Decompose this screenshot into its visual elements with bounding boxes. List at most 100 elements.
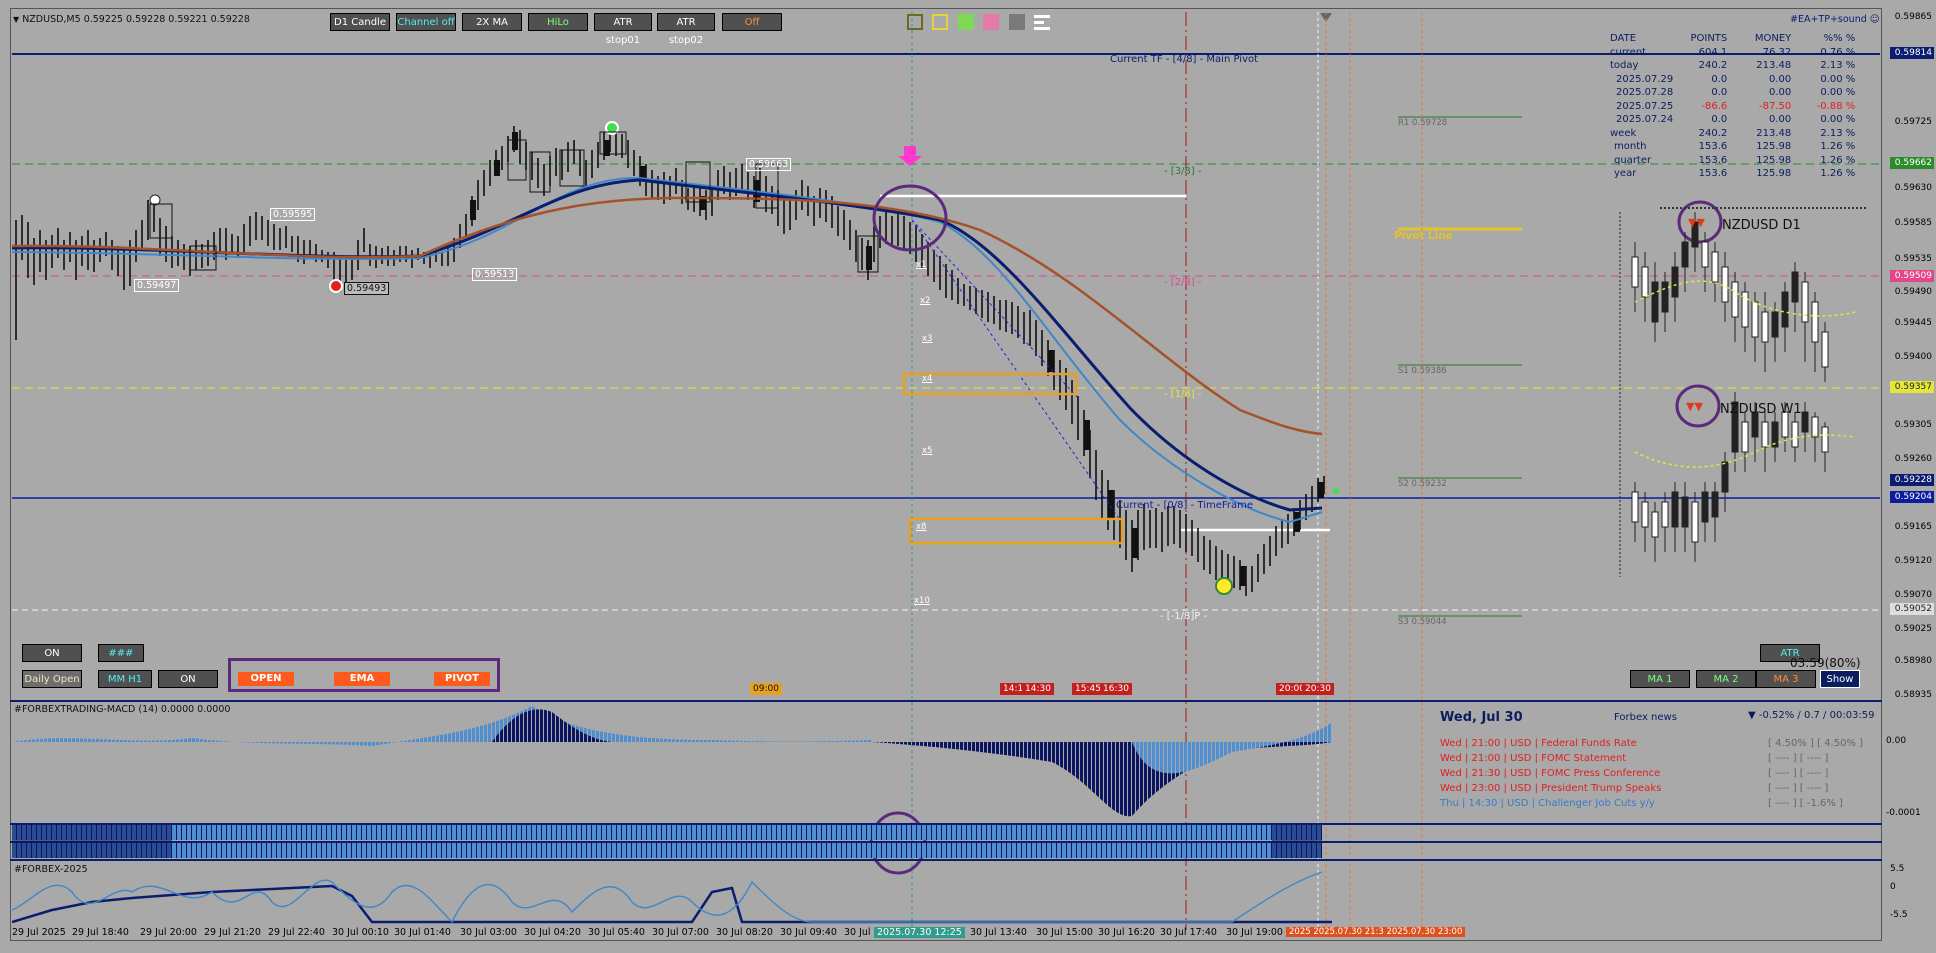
news-values: [ ---- ] [ -1.6% ]: [1768, 798, 1843, 809]
ema-brown: [11, 196, 1323, 436]
time-tag-teal: 2025.07.30 12:25: [874, 927, 965, 938]
time-label: 30 Jul 17:40: [1160, 927, 1217, 938]
s3-label: S3 0.59044: [1398, 617, 1447, 627]
forbex-axis-top: 5.5: [1890, 864, 1905, 874]
price-box-green: 0.59662: [1890, 157, 1934, 169]
fib-x5-label: x5: [922, 446, 933, 456]
price-box-pink: 0.59509: [1890, 270, 1934, 282]
stats-divider: [1660, 207, 1866, 209]
news-values: [ ---- ] [ ---- ]: [1768, 768, 1829, 779]
stats-row: year 153.6 125.98 1.26 %: [1614, 168, 1856, 179]
stats-row: current 604.1 76.32 0.76 %: [1610, 46, 1856, 58]
time-label: 30 Jul 09:40: [780, 927, 837, 938]
time-label: 30 Jul 19:00: [1226, 927, 1283, 938]
mm-h1-button[interactable]: MM H1: [98, 670, 152, 688]
orange-box-2: [908, 517, 1124, 545]
d1-triangle-icon: ▼▼: [1688, 216, 1705, 229]
time-label: 30 Jul 16:20: [1098, 927, 1155, 938]
mid-price-label: 0.59513: [472, 268, 518, 281]
fib-line-2: [911, 219, 1121, 521]
d1-candles: [1631, 212, 1829, 382]
time-label: 30 Jul 07:00: [652, 927, 709, 938]
r1-label: R1 0.59728: [1398, 118, 1448, 128]
ma2-button[interactable]: MA 2: [1696, 670, 1756, 688]
marker-red-1: [329, 279, 343, 293]
news-item[interactable]: Wed | 23:00 | USD | President Trump Spea…: [1440, 783, 1661, 794]
time-label: 29 Jul 22:40: [268, 927, 325, 938]
news-date: Wed, Jul 30: [1440, 710, 1523, 725]
price-axis[interactable]: 0.59865 0.59725 0.59630 0.59585 0.59535 …: [1882, 8, 1936, 928]
time-label: 30 Jul 15:00: [1036, 927, 1093, 938]
strip-histograms: [12, 825, 1322, 858]
time-label: 30 Jul: [844, 927, 871, 938]
pivot-button[interactable]: PIVOT: [434, 672, 490, 686]
open-button[interactable]: OPEN: [238, 672, 294, 686]
main-pivot-label: Current TF - [4/8] - Main Pivot: [1110, 54, 1259, 65]
on-button-2[interactable]: ON: [158, 670, 218, 688]
news-item[interactable]: Wed | 21:00 | USD | FOMC Statement: [1440, 753, 1626, 764]
news-values: [ 4.50% ] [ 4.50% ]: [1768, 738, 1864, 749]
marker-green-2: [1333, 488, 1339, 494]
price-box-yellow: 0.59357: [1890, 381, 1934, 393]
macd-histogram: [12, 706, 1332, 817]
level-1-8-label: - [1/8] -: [1164, 389, 1202, 400]
news-values: [ ---- ] [ ---- ]: [1768, 783, 1829, 794]
level-2-8-label: - [2/8] -: [1164, 277, 1202, 288]
hash-button[interactable]: ###: [98, 644, 144, 662]
w1-candles: [1631, 392, 1829, 562]
forbex-oscillator: [12, 871, 1332, 924]
mini-charts: [1619, 212, 1856, 577]
session-tag-1630: 16:30: [1100, 683, 1132, 695]
time-label: 30 Jul 04:20: [524, 927, 581, 938]
fib-x2-label: x2: [920, 296, 931, 306]
time-label: 29 Jul 20:00: [140, 927, 197, 938]
fib-x4-label: x4: [922, 374, 933, 384]
stats-row: 2025.07.28 0.0 0.00 0.00 %: [1616, 87, 1856, 98]
hilo-boxes: [149, 131, 879, 273]
time-label: 30 Jul 00:10: [332, 927, 389, 938]
ma3-button[interactable]: MA 3: [1756, 670, 1816, 688]
pink-arrow-icon: [898, 146, 922, 166]
stats-row: 2025.07.29 0.0 0.00 0.00 %: [1616, 73, 1856, 85]
macd-axis-top: 0.00: [1886, 736, 1907, 746]
news-values: [ ---- ] [ ---- ]: [1768, 753, 1829, 764]
daily-open-button[interactable]: Daily Open: [22, 670, 82, 688]
stats-row: 2025.07.24 0.0 0.00 0.00 %: [1616, 114, 1856, 125]
stats-row: quarter 153.6 125.98 1.26 %: [1614, 154, 1856, 166]
stats-row: today 240.2 213.48 2.13 %: [1610, 60, 1856, 71]
ema-button[interactable]: EMA: [334, 672, 390, 686]
stats-row: 2025.07.25 -86.6 -87.50 -0.88 %: [1616, 100, 1856, 112]
w1-chart-title: NZDUSD W1: [1720, 402, 1802, 417]
price-box-main-pivot: 0.59814: [1890, 47, 1934, 59]
time-label: 30 Jul 05:40: [588, 927, 645, 938]
high-price-label-1: 0.59595: [270, 208, 316, 221]
news-item[interactable]: Thu | 14:30 | USD | Challenger Job Cuts …: [1440, 798, 1655, 809]
s2-label: S2 0.59232: [1398, 479, 1447, 489]
on-button-1[interactable]: ON: [22, 644, 82, 662]
level-minus-1-8-label: - [-1/8]P -: [1160, 611, 1208, 622]
current-tf-label: Current - [0/8] - TimeFrame: [1116, 500, 1254, 511]
news-item[interactable]: Wed | 21:00 | USD | Federal Funds Rate: [1440, 738, 1637, 749]
forbex-axis-bottom: -5.5: [1890, 910, 1908, 920]
stats-row: week 240.2 213.48 2.13 %: [1610, 127, 1856, 139]
macd-axis-bottom: -0.0001: [1886, 808, 1921, 818]
ma1-button[interactable]: MA 1: [1630, 670, 1690, 688]
fib-x3-label: x3: [922, 334, 933, 344]
ema-light: [11, 176, 1323, 524]
fib-x10-label: x10: [914, 596, 930, 606]
show-button[interactable]: Show: [1820, 670, 1860, 688]
time-label: 29 Jul 21:20: [204, 927, 261, 938]
pivot-line-label: Pivot Line: [1394, 230, 1453, 242]
time-label: 29 Jul 2025: [12, 927, 66, 938]
d1-chart-title: NZDUSD D1: [1722, 218, 1801, 233]
price-box-blue: 0.59204: [1890, 491, 1934, 503]
session-tag-0900: 09:00: [750, 683, 782, 695]
high-price-label-2: 0.59663: [746, 158, 792, 171]
stats-header-row: DATE POINTS MONEY %% %: [1610, 33, 1856, 44]
news-change: ▼ -0.52% / 0.7 / 00:03:59: [1748, 710, 1875, 721]
stats-row: month 153.6 125.98 1.26 %: [1614, 141, 1856, 152]
w1-triangle-icon: ▼▼: [1686, 400, 1703, 413]
session-tag-2030: 20:30: [1302, 683, 1334, 695]
price-box-white: 0.59052: [1890, 603, 1934, 615]
news-item[interactable]: Wed | 21:30 | USD | FOMC Press Conferenc…: [1440, 768, 1660, 779]
